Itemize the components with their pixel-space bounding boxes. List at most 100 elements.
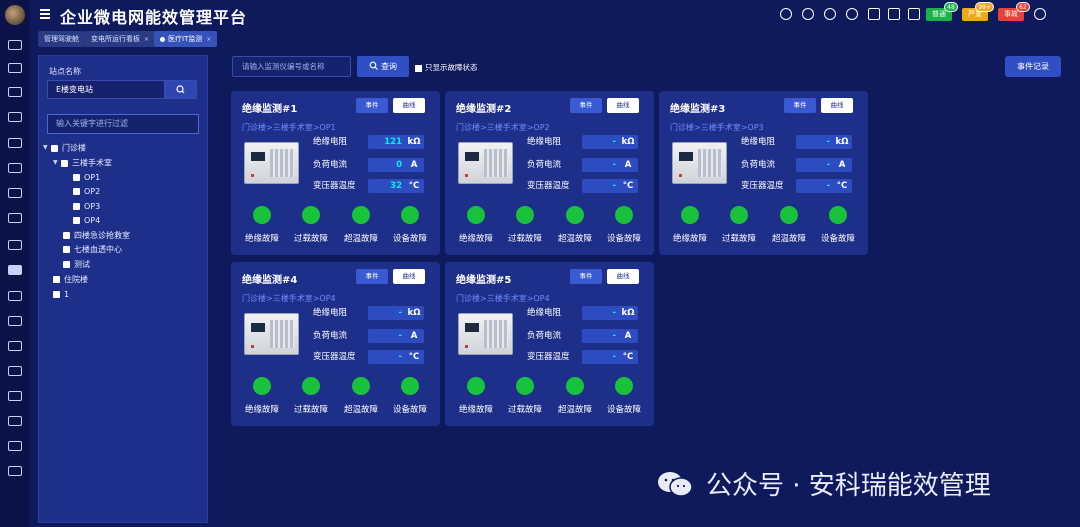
site-search-button[interactable]: [165, 80, 197, 99]
alarm-icon[interactable]: [8, 138, 22, 148]
reading-unit: °C: [622, 181, 634, 191]
globe-icon[interactable]: [8, 87, 22, 97]
tap-icon[interactable]: [8, 416, 22, 426]
tree-node-op2[interactable]: OP2: [73, 186, 100, 198]
device-icon[interactable]: [8, 213, 22, 223]
fault-status-lamp: [615, 377, 633, 395]
reading-box: 121 kΩ: [368, 135, 424, 149]
fault-status-lamp: [615, 206, 633, 224]
tab-cockpit[interactable]: 管理驾驶舱: [38, 31, 85, 47]
site-select[interactable]: E楼变电站: [47, 80, 165, 99]
reading-row-resistance: 绝缘电阻 - kΩ: [313, 306, 433, 320]
fault-label: 过载故障: [507, 234, 542, 244]
event-button[interactable]: 事件: [356, 269, 388, 284]
tree-node-inpatient[interactable]: 住院楼: [53, 274, 88, 286]
curve-button[interactable]: 曲线: [821, 98, 853, 113]
tab-close-icon[interactable]: ×: [144, 36, 149, 43]
language-icon[interactable]: [908, 8, 920, 20]
event-button[interactable]: 事件: [784, 98, 816, 113]
tab-substation-board[interactable]: 变电所运行看板 ×: [85, 31, 156, 47]
reading-unit: A: [838, 160, 846, 170]
message-icon[interactable]: [8, 291, 22, 301]
badge-normal[interactable]: 普通 48: [926, 2, 958, 21]
event-button[interactable]: 事件: [356, 98, 388, 113]
fault-status-lamp: [566, 206, 584, 224]
fault-status-lamp: [352, 206, 370, 224]
tab-medical-it[interactable]: 医疗IT监测 ×: [154, 31, 218, 47]
tree-node-1[interactable]: 1: [53, 289, 69, 301]
fault-status-lamp: [516, 377, 534, 395]
tree-filter-input[interactable]: 输入关键字进行过滤: [47, 114, 199, 134]
fault-only-checkbox[interactable]: 只显示故障状态: [415, 62, 478, 73]
hospital-icon[interactable]: [8, 265, 22, 275]
query-button[interactable]: 查询: [357, 56, 409, 77]
energy-icon[interactable]: [8, 240, 22, 250]
curve-button[interactable]: 曲线: [393, 269, 425, 284]
reading-unit: °C: [622, 352, 634, 362]
shirt-icon[interactable]: [888, 8, 900, 20]
support-icon[interactable]: [780, 8, 792, 20]
refresh-icon[interactable]: [846, 8, 858, 20]
fault-label: 过载故障: [507, 405, 542, 415]
checkbox: [53, 291, 60, 298]
report-icon[interactable]: [8, 188, 22, 198]
monitor-card: 绝缘监测#5 事件 曲线 门诊楼>三楼手术室>OP4 绝缘电阻 - kΩ 负荷电流 - A 变压器温…: [445, 262, 654, 426]
avatar[interactable]: [5, 5, 25, 25]
reading-value: -: [398, 352, 402, 362]
reading-box: -A: [582, 329, 638, 343]
card-path: 门诊楼>三楼手术室>OP2: [456, 123, 550, 132]
home-icon[interactable]: [8, 63, 22, 73]
tree-node-op4[interactable]: OP4: [73, 215, 100, 227]
tree-node-dialysis[interactable]: 七楼血透中心: [63, 244, 122, 256]
reading-row-current: 负荷电流 - A: [527, 158, 647, 172]
light-icon[interactable]: [8, 316, 22, 326]
curve-button[interactable]: 曲线: [607, 269, 639, 284]
badge-severe[interactable]: 严重 99+: [962, 2, 994, 21]
mute-bell-icon[interactable]: [824, 8, 836, 20]
fault-label: 超温故障: [771, 234, 806, 244]
list-icon[interactable]: [8, 441, 22, 451]
fault-status-lamp: [302, 206, 320, 224]
table-icon[interactable]: [8, 466, 22, 476]
fault-label: 过载故障: [721, 234, 756, 244]
reading-box: - °C: [582, 350, 638, 364]
search-icon: [176, 85, 185, 94]
event-log-button[interactable]: 事件记录: [1005, 56, 1061, 77]
tree-node-er-floor4[interactable]: 四楼急诊抢救室: [63, 230, 130, 242]
curve-button[interactable]: 曲线: [393, 98, 425, 113]
insulation-monitor-device-icon: [458, 142, 513, 184]
hamburger-menu-icon[interactable]: [40, 9, 50, 19]
reading-box: -A: [368, 329, 424, 343]
fullscreen-icon[interactable]: [868, 8, 880, 20]
event-button[interactable]: 事件: [570, 98, 602, 113]
doc-icon[interactable]: [8, 341, 22, 351]
card-title: 绝缘监测#1: [242, 104, 298, 115]
event-button[interactable]: 事件: [570, 269, 602, 284]
fault-status-lamp: [467, 206, 485, 224]
reading-box: -A: [582, 158, 638, 172]
monitor-search-input[interactable]: 请输入监测仪编号或名称: [232, 56, 351, 77]
tree-node-test[interactable]: 测试: [63, 259, 90, 271]
reading-row-temperature: 变压器温度 - °C: [527, 179, 647, 193]
tab-close-icon[interactable]: ×: [206, 36, 211, 43]
tree-node-op3[interactable]: OP3: [73, 201, 100, 213]
curve-button[interactable]: 曲线: [607, 98, 639, 113]
grid-icon[interactable]: [8, 366, 22, 376]
user-icon[interactable]: [1034, 8, 1046, 20]
reading-value: -: [612, 181, 616, 191]
monitor-card: 绝缘监测#2 事件 曲线 门诊楼>三楼手术室>OP2 绝缘电阻 - kΩ 负荷电流 - A 变压器温…: [445, 91, 654, 255]
tree-node-or-floor3[interactable]: ▼ 三楼手术室: [53, 157, 112, 169]
bar-chart-icon[interactable]: [8, 163, 22, 173]
monitor-icon[interactable]: [8, 40, 22, 50]
tree-node-outpatient[interactable]: ▼ 门诊楼: [43, 142, 86, 154]
checkbox: [73, 217, 80, 224]
badge-accident[interactable]: 事故 62: [998, 2, 1030, 21]
reading-box: - °C: [368, 350, 424, 364]
search-icon[interactable]: [802, 8, 814, 20]
chart-icon[interactable]: [8, 112, 22, 122]
site-tree-panel: 站点名称 E楼变电站 输入关键字进行过滤 ▼ 门诊楼 ▼ 三楼手术室 OP1 OP2…: [38, 55, 208, 523]
fault-label: 超温故障: [343, 234, 378, 244]
fault-label: 设备故障: [392, 234, 427, 244]
bottle-icon[interactable]: [8, 391, 22, 401]
tree-node-op1[interactable]: OP1: [73, 172, 100, 184]
